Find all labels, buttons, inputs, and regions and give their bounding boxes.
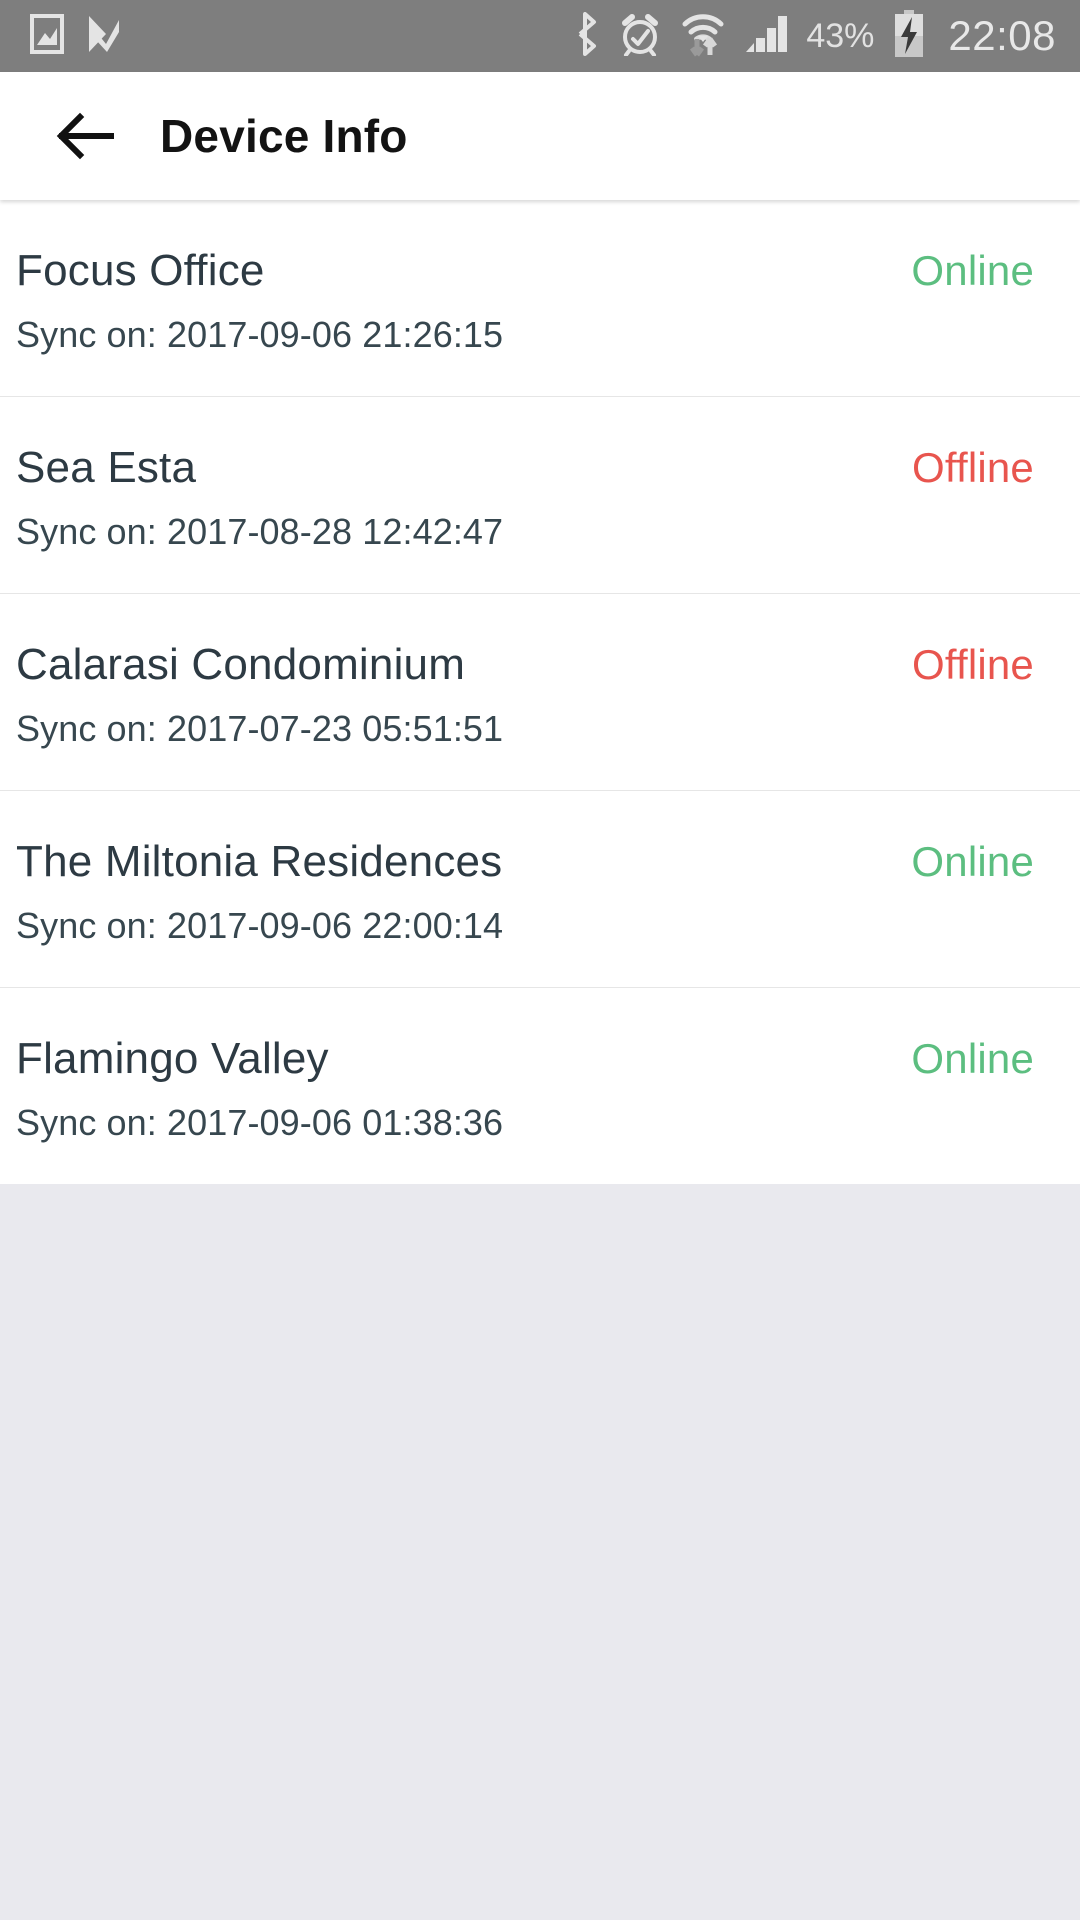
device-row-header: Calarasi Condominium Offline [16, 640, 1034, 690]
device-list-item[interactable]: Sea Esta Offline Sync on: 2017-08-28 12:… [0, 397, 1080, 594]
device-row-header: Focus Office Online [16, 246, 1034, 296]
device-sync-time: Sync on: 2017-09-06 22:00:14 [16, 905, 504, 946]
app-bar: Device Info [0, 72, 1080, 200]
battery-charging-icon [892, 9, 926, 63]
device-status-badge: Offline [911, 444, 1034, 491]
device-sync-time: Sync on: 2017-07-23 05:51:51 [16, 708, 504, 749]
device-list-item[interactable]: The Miltonia Residences Online Sync on: … [0, 791, 1080, 988]
device-name: Calarasi Condominium [16, 640, 466, 689]
status-bar-right-icons: 43% 22:08 [570, 9, 1056, 63]
device-row-header: The Miltonia Residences Online [16, 837, 1034, 887]
device-list-item[interactable]: Calarasi Condominium Offline Sync on: 20… [0, 594, 1080, 791]
device-status-badge: Offline [911, 641, 1034, 688]
device-name: Sea Esta [16, 443, 197, 492]
back-arrow-icon [56, 112, 114, 160]
device-sync-time: Sync on: 2017-08-28 12:42:47 [16, 511, 504, 552]
device-list-item[interactable]: Focus Office Online Sync on: 2017-09-06 … [0, 200, 1080, 397]
alarm-icon [618, 12, 662, 61]
device-status-badge: Online [911, 838, 1034, 885]
status-bar: 43% 22:08 [0, 0, 1080, 72]
device-list-item[interactable]: Flamingo Valley Online Sync on: 2017-09-… [0, 988, 1080, 1184]
phone-screen: 43% 22:08 Device Info Focus Office Onlin… [0, 0, 1080, 1920]
device-sync-time: Sync on: 2017-09-06 21:26:15 [16, 314, 504, 355]
status-bar-left-icons [30, 13, 122, 60]
task-check-icon [86, 13, 122, 60]
wifi-data-icon [680, 11, 726, 62]
device-row-header: Flamingo Valley Online [16, 1034, 1034, 1084]
device-sync-time: Sync on: 2017-09-06 01:38:36 [16, 1102, 504, 1143]
device-name: Focus Office [16, 246, 265, 295]
device-list: Focus Office Online Sync on: 2017-09-06 … [0, 200, 1080, 1184]
cellular-signal-icon [744, 12, 788, 61]
screenshot-icon [30, 13, 64, 59]
device-name: The Miltonia Residences [16, 837, 503, 886]
device-status-badge: Online [911, 247, 1034, 294]
battery-percent-label: 43% [806, 17, 875, 55]
empty-area [0, 1184, 1080, 1920]
back-button[interactable] [48, 99, 122, 173]
device-row-header: Sea Esta Offline [16, 443, 1034, 493]
status-bar-clock: 22:08 [948, 12, 1056, 59]
device-status-badge: Online [911, 1035, 1034, 1082]
device-name: Flamingo Valley [16, 1034, 329, 1083]
page-title: Device Info [160, 110, 408, 162]
bluetooth-icon [570, 11, 600, 61]
